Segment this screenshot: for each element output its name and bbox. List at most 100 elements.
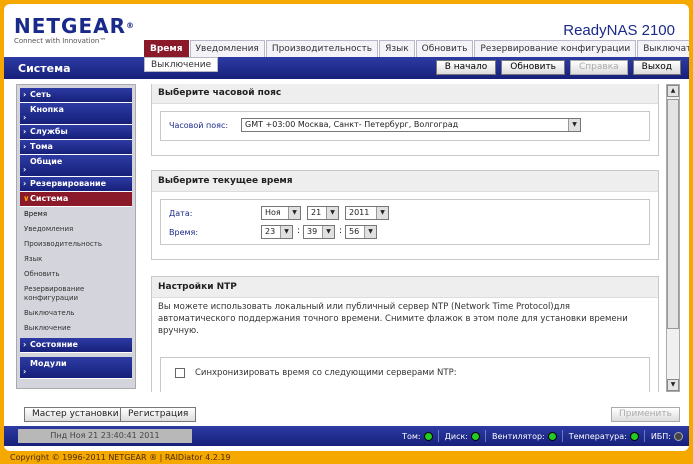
chevron-right-icon: › bbox=[23, 113, 27, 122]
month-select[interactable]: Ноя ▼ bbox=[261, 206, 301, 220]
ntp-sync-checkbox[interactable] bbox=[175, 368, 185, 378]
divider bbox=[561, 430, 563, 442]
brand-mark: ® bbox=[126, 21, 135, 30]
setup-wizard-button[interactable]: Мастер установки bbox=[24, 407, 127, 422]
sidebar-item-status[interactable]: › Состояние bbox=[20, 338, 132, 353]
dropdown-arrow-icon: ▼ bbox=[364, 226, 376, 238]
ups-status[interactable]: ИБП: bbox=[651, 431, 683, 441]
second-select[interactable]: 56 ▼ bbox=[345, 225, 377, 239]
divider bbox=[437, 430, 439, 442]
status-dot-icon bbox=[629, 431, 639, 441]
section-title: Система bbox=[18, 62, 71, 75]
minute-select[interactable]: 39 ▼ bbox=[303, 225, 335, 239]
scrollbar-thumb[interactable] bbox=[667, 99, 679, 329]
sidebar-sub-switch[interactable]: Выключатель bbox=[20, 306, 132, 321]
chevron-right-icon: › bbox=[23, 127, 27, 136]
scroll-down-icon[interactable]: ▼ bbox=[667, 379, 679, 391]
divider bbox=[643, 430, 645, 442]
dropdown-arrow-icon: ▼ bbox=[280, 226, 292, 238]
chevron-right-icon: › bbox=[23, 165, 27, 174]
content-scrollbar[interactable]: ▲ ▼ bbox=[666, 84, 680, 392]
timezone-heading: Выберите часовой пояс bbox=[152, 84, 658, 104]
sidebar-item-addons[interactable]: › Модули bbox=[20, 357, 132, 379]
status-dot-icon bbox=[471, 431, 480, 441]
tab-update[interactable]: Обновить bbox=[415, 40, 474, 57]
dropdown-arrow-icon: ▼ bbox=[376, 207, 388, 219]
current-time-heading: Выберите текущее время bbox=[152, 171, 658, 192]
sidebar-item-network[interactable]: › Сеть bbox=[20, 88, 132, 103]
second-value: 56 bbox=[349, 227, 360, 236]
app-frame: NETGEAR® Connect with Innovation™ ReadyN… bbox=[4, 4, 689, 451]
sidebar-sub-time[interactable]: Время bbox=[20, 207, 132, 222]
top-buttons: В начало Обновить Справка Выход bbox=[431, 60, 681, 75]
timezone-select[interactable]: GMT +03:00 Москва, Санкт- Петербург, Вол… bbox=[241, 118, 581, 132]
dropdown-arrow-icon: ▼ bbox=[568, 119, 580, 131]
scroll-up-icon[interactable]: ▲ bbox=[667, 85, 679, 97]
dropdown-arrow-icon: ▼ bbox=[288, 207, 300, 219]
dropdown-arrow-icon: ▼ bbox=[322, 226, 334, 238]
refresh-button[interactable]: Обновить bbox=[501, 60, 565, 75]
ntp-box: Синхронизировать время со следующими сер… bbox=[160, 357, 650, 392]
sidebar-item-volumes[interactable]: › Тома bbox=[20, 140, 132, 155]
sidebar-item-shares[interactable]: › Общие bbox=[20, 155, 132, 177]
timezone-label: Часовой пояс: bbox=[169, 121, 229, 130]
tab-performance[interactable]: Производительность bbox=[265, 40, 379, 57]
sidebar-sub-config-backup[interactable]: Резервирование конфигурации bbox=[20, 282, 110, 306]
temperature-status[interactable]: Температура: bbox=[569, 431, 639, 441]
sidebar-sub-language[interactable]: Язык bbox=[20, 252, 132, 267]
date-label: Дата: bbox=[169, 209, 193, 218]
hour-select[interactable]: 23 ▼ bbox=[261, 225, 293, 239]
day-value: 21 bbox=[311, 208, 322, 217]
product-name: ReadyNAS 2100 bbox=[563, 22, 675, 39]
content-area: Выберите часовой пояс Часовой пояс: GMT … bbox=[139, 84, 679, 392]
dropdown-arrow-icon: ▼ bbox=[326, 207, 338, 219]
time-separator: : bbox=[339, 226, 343, 236]
timezone-box: Часовой пояс: GMT +03:00 Москва, Санкт- … bbox=[160, 111, 650, 141]
sidebar-item-button[interactable]: › Кнопка bbox=[20, 103, 132, 125]
tab-notifications[interactable]: Уведомления bbox=[189, 40, 265, 57]
time-separator: : bbox=[297, 226, 301, 236]
sidebar-item-services[interactable]: › Службы bbox=[20, 125, 132, 140]
month-value: Ноя bbox=[265, 208, 281, 217]
year-select[interactable]: 2011 ▼ bbox=[345, 206, 389, 220]
chevron-down-icon: ∨ bbox=[23, 194, 30, 203]
current-time-panel: Выберите текущее время Дата: Ноя ▼ 21 ▼ … bbox=[151, 170, 659, 260]
sidebar-sub-update[interactable]: Обновить bbox=[20, 267, 132, 282]
netgear-logo: NETGEAR® Connect with Innovation™ bbox=[14, 16, 135, 45]
sidebar-item-backup[interactable]: › Резервирование bbox=[20, 177, 132, 192]
status-indicators: Том: Диск: Вентилятор: Температура: ИБП: bbox=[396, 430, 683, 442]
timezone-value: GMT +03:00 Москва, Санкт- Петербург, Вол… bbox=[245, 120, 459, 129]
sidebar-sub-performance[interactable]: Производительность bbox=[20, 237, 132, 252]
ntp-heading: Настройки NTP bbox=[152, 277, 658, 298]
apply-button[interactable]: Применить bbox=[611, 407, 680, 422]
tab-language[interactable]: Язык bbox=[379, 40, 415, 57]
current-time-box: Дата: Ноя ▼ 21 ▼ 2011 ▼ Время: 23 ▼: 39… bbox=[160, 199, 650, 245]
top-tabs: Время Уведомления Производительность Язы… bbox=[144, 40, 689, 57]
ntp-panel: Настройки NTP Вы можете использовать лок… bbox=[151, 276, 659, 392]
brand-name: NETGEAR bbox=[14, 14, 126, 38]
sidebar-item-system[interactable]: ∨ Система bbox=[20, 192, 132, 207]
tab-shutdown[interactable]: Выключение bbox=[144, 57, 219, 72]
volume-status[interactable]: Том: bbox=[402, 431, 433, 441]
tab-switch[interactable]: Выключатель bbox=[637, 40, 689, 57]
tab-time[interactable]: Время bbox=[144, 40, 189, 57]
section-bar: Система В начало Обновить Справка Выход bbox=[4, 57, 689, 79]
chevron-right-icon: › bbox=[23, 367, 27, 376]
logout-button[interactable]: Выход bbox=[632, 60, 681, 75]
tab-config-backup[interactable]: Резервирование конфигурации bbox=[474, 40, 637, 57]
help-button[interactable]: Справка bbox=[570, 60, 628, 75]
sidebar-sub-notifications[interactable]: Уведомления bbox=[20, 222, 132, 237]
status-dot-icon bbox=[674, 431, 683, 441]
day-select[interactable]: 21 ▼ bbox=[307, 206, 339, 220]
sidebar-sub-shutdown[interactable]: Выключение bbox=[20, 321, 132, 336]
status-dot-icon bbox=[423, 431, 433, 441]
home-button[interactable]: В начало bbox=[435, 60, 497, 75]
minute-value: 39 bbox=[307, 227, 318, 236]
chevron-right-icon: › bbox=[23, 340, 27, 349]
disk-status[interactable]: Диск: bbox=[445, 431, 480, 441]
fan-status[interactable]: Вентилятор: bbox=[492, 431, 557, 441]
system-clock: Пнд Ноя 21 23:40:41 2011 bbox=[18, 429, 192, 443]
brand-tagline: Connect with Innovation™ bbox=[14, 37, 107, 45]
registration-button[interactable]: Регистрация bbox=[120, 407, 197, 422]
status-dot-icon bbox=[547, 431, 557, 441]
